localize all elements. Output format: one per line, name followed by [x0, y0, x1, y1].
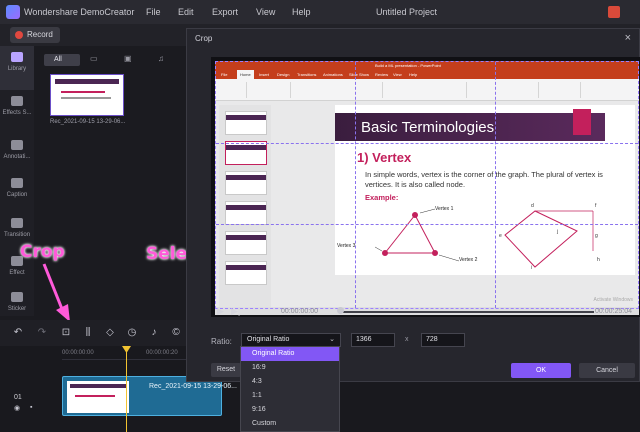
menu-help[interactable]: Help — [292, 7, 311, 17]
play-icon[interactable]: ▶ — [217, 306, 224, 317]
record-label: Record — [27, 30, 53, 39]
tab-all-label: All — [54, 56, 62, 63]
ratio-label: Ratio: — [211, 337, 232, 346]
dialog-title: Crop — [195, 34, 213, 43]
ratio-dropdown: Original Ratio 16:9 4:3 1:1 9:16 Custom — [240, 346, 340, 432]
crop-annotation: Crop — [20, 242, 65, 262]
sidebar-item-label: Caption — [6, 192, 28, 198]
redo-icon[interactable]: ↷ — [36, 327, 48, 339]
sidebar-item-effects[interactable]: Effects S... — [0, 90, 34, 134]
height-input[interactable]: 728 — [421, 333, 465, 347]
menu-file[interactable]: File — [146, 7, 161, 17]
crop-dialog: Crop × Build a ML presentation - PowerPo… — [186, 28, 640, 382]
ruler-start: 00:00:00:00 — [62, 350, 94, 356]
eye-icon[interactable]: ◉ — [14, 404, 20, 412]
reset-button[interactable]: Reset — [211, 363, 241, 377]
progress-knob[interactable] — [337, 307, 344, 314]
sidebar-item-label: Library — [7, 66, 27, 72]
menu-export[interactable]: Export — [212, 7, 238, 17]
crop-preview: Build a ML presentation - PowerPoint Fil… — [211, 57, 640, 317]
edit-toolbar: ↶ ↷ ⊡ ⫼ ◇ ◷ ♪ © — [0, 320, 190, 346]
sidebar-item-label: Effect — [9, 270, 25, 276]
ratio-select[interactable]: Original Ratio ⌄ — [241, 333, 341, 347]
title-bar: Wondershare DemoCreator File Edit Export… — [0, 0, 640, 24]
notification-icon[interactable] — [608, 6, 620, 18]
undo-icon[interactable]: ↶ — [12, 327, 24, 339]
annotation-icon — [11, 140, 23, 150]
ratio-selected-value: Original Ratio — [247, 336, 290, 343]
ratio-option[interactable]: Original Ratio — [241, 347, 339, 361]
split-icon[interactable]: ⫼ — [82, 327, 94, 339]
cancel-button[interactable]: Cancel — [579, 363, 635, 378]
playhead[interactable] — [126, 346, 127, 432]
crop-arrow-icon — [42, 263, 70, 322]
app-window: Wondershare DemoCreator File Edit Export… — [0, 0, 640, 432]
sidebar: Library Effects S... Annotati... Caption… — [0, 46, 34, 316]
microphone-icon[interactable]: ♪ — [148, 327, 160, 339]
ratio-option[interactable]: 4:3 — [241, 375, 339, 389]
lock-icon[interactable]: ▪ — [30, 404, 32, 411]
width-input[interactable]: 1366 — [351, 333, 395, 347]
ratio-option[interactable]: 1:1 — [241, 389, 339, 403]
sidebar-item-caption[interactable]: Caption — [0, 172, 34, 216]
times-sign: x — [405, 336, 409, 343]
media-thumbnail-name: Rec_2021-09-15 13-29-06... — [50, 119, 126, 125]
app-logo-icon — [6, 5, 20, 19]
marker-icon[interactable]: ◇ — [104, 327, 116, 339]
sidebar-item-label: Sticker — [7, 306, 27, 312]
player-controls: ▶ ▶| 00:00:00:00 00:00:25:04 — [211, 301, 640, 323]
tab-image[interactable]: ▣ — [124, 54, 148, 66]
crop-frame[interactable] — [215, 61, 639, 309]
sidebar-item-label: Transition — [3, 232, 31, 238]
project-title: Untitled Project — [376, 7, 438, 17]
crop-tool-icon[interactable]: ⊡ — [60, 327, 72, 339]
chevron-down-icon: ⌄ — [329, 336, 335, 343]
current-time: 00:00:00:00 — [281, 308, 318, 315]
menu-view[interactable]: View — [256, 7, 275, 17]
clip-thumbnail — [67, 381, 129, 413]
next-frame-icon[interactable]: ▶| — [231, 306, 240, 317]
media-thumbnail[interactable] — [50, 74, 124, 116]
progress-track[interactable] — [339, 311, 594, 313]
record-icon — [15, 31, 23, 39]
sidebar-item-library[interactable]: Library — [0, 46, 34, 90]
tab-audio[interactable]: ♫ — [158, 54, 182, 66]
ratio-option[interactable]: 16:9 — [241, 361, 339, 375]
track-number: 01 — [14, 394, 22, 401]
library-icon — [11, 52, 23, 62]
record-button[interactable]: Record — [10, 27, 60, 43]
ok-button[interactable]: OK — [511, 363, 571, 378]
close-icon[interactable]: × — [625, 32, 631, 44]
menu-edit[interactable]: Edit — [178, 7, 194, 17]
ruler-mark: 00:00:00:20 — [146, 350, 178, 356]
sidebar-item-label: Annotati... — [3, 154, 31, 160]
timeline-clip[interactable]: Rec_2021-09-15 13-29-06... — [62, 376, 237, 416]
total-time: 00:00:25:04 — [595, 308, 632, 315]
sticker-icon — [11, 292, 23, 302]
caption-icon — [11, 178, 23, 188]
ratio-option[interactable]: Custom — [241, 417, 339, 431]
speed-icon[interactable]: ◷ — [126, 327, 138, 339]
clip-label: Rec_2021-09-15 13-29-06... — [149, 383, 237, 390]
app-title: Wondershare DemoCreator — [24, 7, 135, 17]
copyright-icon[interactable]: © — [170, 327, 182, 339]
tab-video[interactable]: ▭ — [90, 54, 114, 66]
ratio-option[interactable]: 9:16 — [241, 403, 339, 417]
sidebar-item-label: Effects S... — [2, 110, 32, 116]
effects-icon — [11, 96, 23, 106]
tab-all[interactable]: All — [44, 54, 80, 66]
transition-icon — [11, 218, 23, 228]
